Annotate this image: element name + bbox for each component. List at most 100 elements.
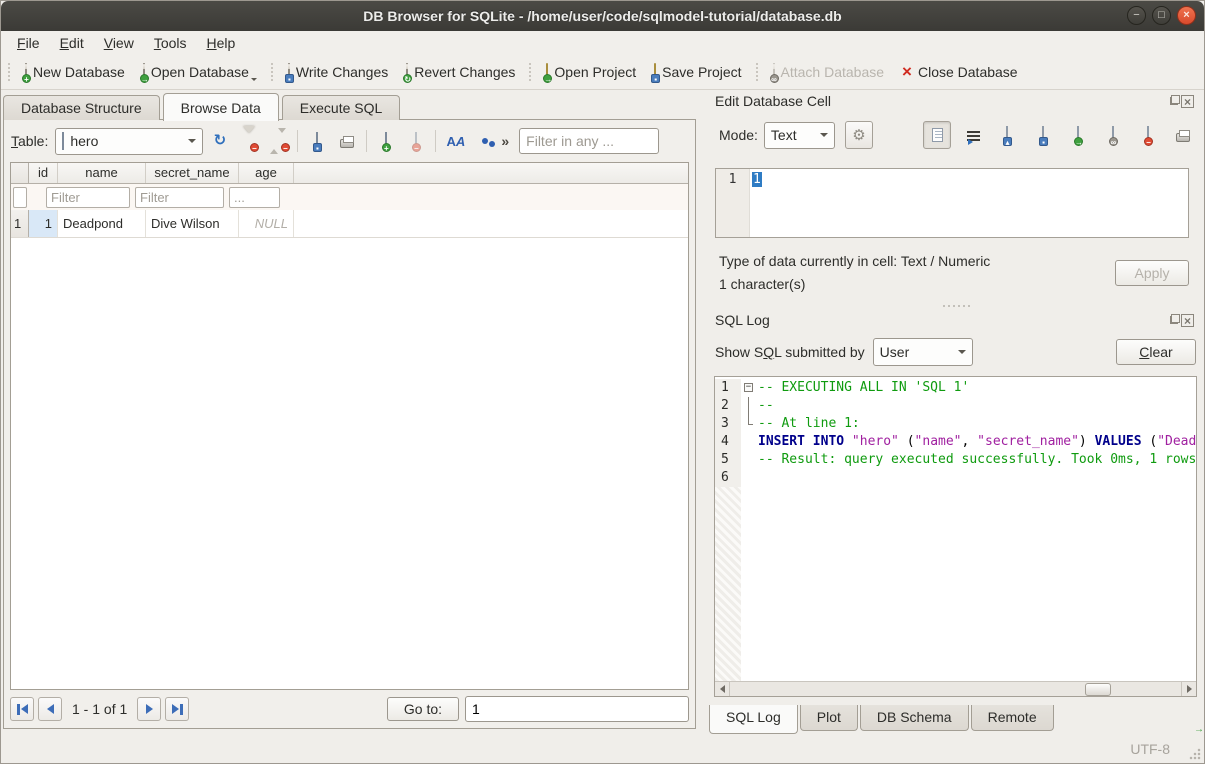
float-dock-button[interactable] <box>1168 314 1181 327</box>
open-in-external-button[interactable]: → <box>1065 122 1091 148</box>
tab-database-structure[interactable]: Database Structure <box>3 95 160 120</box>
horizontal-scrollbar[interactable] <box>715 681 1196 696</box>
save-file-icon: ▪ <box>1042 127 1044 143</box>
cell-secret-name[interactable]: Dive Wilson <box>146 210 239 237</box>
main-area: Database Structure Browse Data Execute S… <box>1 90 1204 736</box>
column-header-name[interactable]: name <box>58 163 146 183</box>
filter-input-age[interactable] <box>229 187 280 208</box>
find-in-table-button[interactable] <box>472 128 497 154</box>
dock-tab-sql-log[interactable]: SQL Log <box>709 705 798 734</box>
close-database-button[interactable]: × Close Database <box>893 58 1027 87</box>
toolbar-separator <box>297 130 298 152</box>
toolbar-separator <box>527 61 534 83</box>
scroll-left-button[interactable] <box>715 682 730 696</box>
next-record-button[interactable] <box>137 697 161 721</box>
menu-edit[interactable]: Edit <box>50 33 94 53</box>
refresh-table-button[interactable]: ↻ <box>207 128 232 154</box>
sql-log-line: 2-- <box>715 397 1196 415</box>
auto-switch-mode-button[interactable]: ⚙→ <box>845 121 873 149</box>
scroll-right-icon <box>1187 685 1192 693</box>
close-database-icon: × <box>902 65 912 79</box>
close-dock-button[interactable]: × <box>1181 95 1194 108</box>
column-header-id[interactable]: id <box>29 163 58 183</box>
new-database-button[interactable]: + New Database <box>16 58 134 87</box>
menu-file[interactable]: File <box>7 33 50 53</box>
cell-info: Type of data currently in cell: Text / N… <box>719 250 990 296</box>
set-null-button[interactable]: − <box>1135 122 1161 148</box>
close-button[interactable]: × <box>1177 6 1196 25</box>
toolbar-overflow-chevron[interactable]: » <box>501 133 509 149</box>
save-table-button[interactable]: ▪ <box>305 128 330 154</box>
export-data-button[interactable]: ▪ <box>1030 122 1056 148</box>
cell-age[interactable]: NULL <box>239 210 294 237</box>
attach-database-button: ∞ Attach Database <box>764 58 894 87</box>
menu-view[interactable]: View <box>94 33 144 53</box>
print-table-button[interactable] <box>334 128 359 154</box>
filter-any-column-input[interactable] <box>519 128 659 154</box>
clear-sorting-button[interactable]: − <box>265 128 290 154</box>
previous-record-icon <box>47 704 54 714</box>
toolbar-drag-handle[interactable] <box>6 61 13 83</box>
clear-log-button[interactable]: Clear <box>1116 339 1196 365</box>
dock-tab-db-schema[interactable]: DB Schema <box>860 705 969 731</box>
float-icon <box>1170 316 1178 324</box>
insert-record-button[interactable]: + <box>374 128 399 154</box>
mode-select[interactable]: Text <box>764 122 835 149</box>
scrollbar-thumb[interactable] <box>1085 683 1111 696</box>
revert-changes-button[interactable]: ↻ Revert Changes <box>397 58 524 87</box>
previous-record-button[interactable] <box>38 697 62 721</box>
row-number-cell[interactable]: 1 <box>11 210 29 237</box>
tab-execute-sql[interactable]: Execute SQL <box>282 95 401 120</box>
encoding-indicator[interactable]: UTF-8 <box>1130 741 1170 757</box>
revert-changes-icon: ↻ <box>406 64 408 80</box>
open-project-button[interactable]: → Open Project <box>537 58 645 87</box>
edit-cell-toolbar: Mode: Text ⚙→ ▴ ▪ → ∞ − <box>707 112 1205 150</box>
set-as-link-button[interactable]: ∞ <box>1100 122 1126 148</box>
dock-tab-bar: SQL Log Plot DB Schema Remote <box>707 705 1205 736</box>
goto-button[interactable]: Go to: <box>387 697 459 721</box>
minimize-button[interactable]: − <box>1127 6 1146 25</box>
export-arrow-icon: → <box>1077 127 1079 143</box>
tab-browse-data[interactable]: Browse Data <box>163 93 279 121</box>
last-record-button[interactable] <box>165 697 189 721</box>
print-cell-button[interactable] <box>1170 122 1196 148</box>
open-database-button[interactable]: → Open Database <box>134 58 266 87</box>
column-header-age[interactable]: age <box>239 163 294 183</box>
table-select[interactable]: hero <box>55 128 203 155</box>
fold-marker-icon[interactable]: − <box>744 383 753 392</box>
scroll-right-button[interactable] <box>1181 682 1196 696</box>
set-null-icon: − <box>1147 127 1149 143</box>
save-project-button[interactable]: ▪ Save Project <box>645 58 750 87</box>
next-record-icon <box>146 704 153 714</box>
filter-input-secret-name[interactable] <box>135 187 224 208</box>
cell-name[interactable]: Deadpond <box>58 210 146 237</box>
column-header-secret-name[interactable]: secret_name <box>146 163 239 183</box>
edit-display-format-button[interactable]: AA <box>443 128 468 154</box>
first-record-button[interactable] <box>10 697 34 721</box>
dock-tab-remote[interactable]: Remote <box>971 705 1054 731</box>
sql-log-code-area[interactable]: 1−-- EXECUTING ALL IN 'SQL 1'2--3-- At l… <box>714 376 1197 697</box>
cell-editor[interactable]: 1 1 <box>715 168 1189 238</box>
cell-editor-content[interactable]: 1 <box>752 172 762 187</box>
float-dock-button[interactable] <box>1168 95 1181 108</box>
menu-help[interactable]: Help <box>197 33 246 53</box>
cell-editor-line-number: 1 <box>716 169 750 237</box>
goto-input[interactable] <box>465 696 689 722</box>
word-wrap-toggle[interactable] <box>960 122 986 148</box>
cell-id[interactable]: 1 <box>29 210 58 237</box>
corner-header-cell[interactable] <box>11 163 29 183</box>
revert-changes-label: Revert Changes <box>414 64 515 80</box>
filter-input-name[interactable] <box>46 187 130 208</box>
clear-filters-button[interactable]: − <box>236 128 261 154</box>
menu-tools[interactable]: Tools <box>144 33 197 53</box>
close-dock-button[interactable]: × <box>1181 314 1194 327</box>
resize-grip[interactable] <box>1189 748 1201 760</box>
dock-tab-plot[interactable]: Plot <box>800 705 858 731</box>
text-view-toggle[interactable] <box>923 121 951 149</box>
open-database-dropdown-icon[interactable] <box>251 78 257 84</box>
maximize-button[interactable]: □ <box>1152 6 1171 25</box>
import-data-button[interactable]: ▴ <box>995 122 1021 148</box>
sql-submitter-select[interactable]: User <box>873 338 973 366</box>
write-changes-button[interactable]: ▪ Write Changes <box>279 58 397 87</box>
chevron-down-icon <box>958 350 966 358</box>
